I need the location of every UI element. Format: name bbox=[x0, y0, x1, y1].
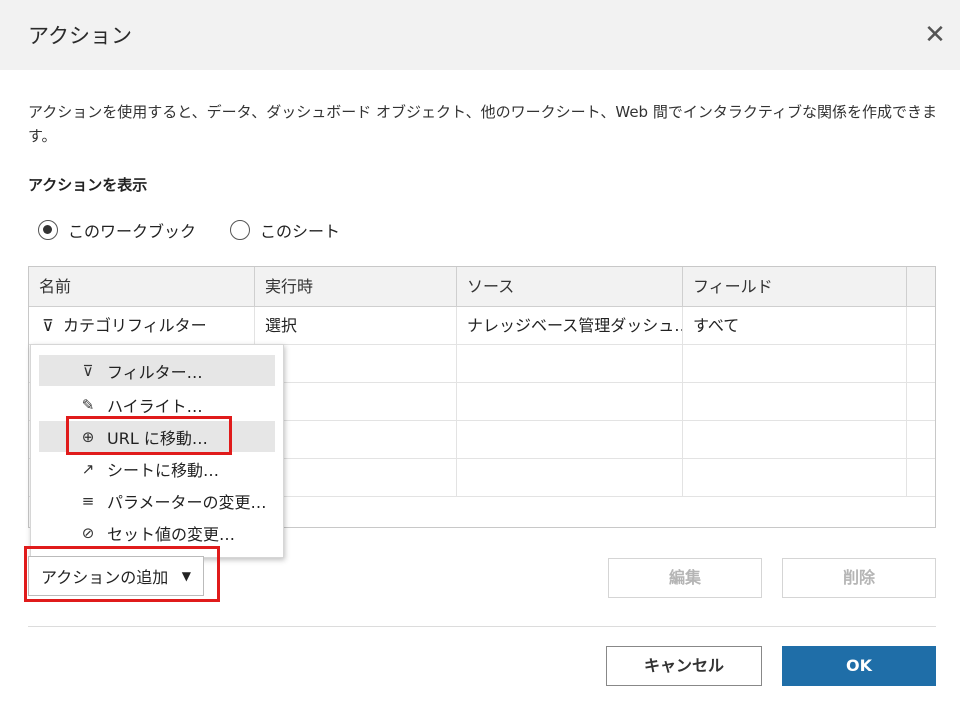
empty-cell bbox=[683, 459, 907, 497]
dialog-description: アクションを使用すると、データ、ダッシュボード オブジェクト、他のワークシート、… bbox=[28, 103, 937, 145]
menu-item-label: URL に移動… bbox=[107, 428, 208, 448]
empty-cell bbox=[457, 345, 683, 383]
row-name-cell: ⊽ カテゴリフィルター bbox=[29, 307, 255, 345]
menu-item-change-parameter[interactable]: ≡ パラメーターの変更… bbox=[39, 485, 275, 516]
ok-button[interactable]: OK bbox=[782, 646, 936, 686]
dialog-titlebar: アクション ✕ bbox=[0, 0, 960, 70]
add-action-label: アクションの追加 bbox=[41, 568, 169, 587]
column-header-trigger[interactable]: 実行時 bbox=[255, 267, 457, 307]
column-header-name[interactable]: 名前 bbox=[29, 267, 255, 307]
menu-item-go-to-sheet[interactable]: ↗ シートに移動… bbox=[39, 453, 275, 484]
empty-cell bbox=[457, 459, 683, 497]
menu-item-filter[interactable]: ⊽ フィルター… bbox=[39, 355, 275, 386]
filter-icon: ⊽ bbox=[82, 361, 94, 380]
empty-cell bbox=[255, 459, 457, 497]
divider bbox=[28, 626, 936, 627]
menu-item-go-to-url[interactable]: ⊕ URL に移動… bbox=[39, 421, 275, 452]
column-header-fields[interactable]: フィールド bbox=[683, 267, 907, 307]
empty-cell bbox=[683, 345, 907, 383]
radio-unchecked-icon[interactable] bbox=[230, 220, 250, 240]
row-fields: すべて bbox=[683, 307, 907, 345]
menu-item-label: ハイライト… bbox=[107, 396, 203, 416]
globe-icon: ⊕ bbox=[81, 427, 95, 446]
empty-cell bbox=[683, 421, 907, 459]
column-header-source[interactable]: ソース bbox=[457, 267, 683, 307]
filter-icon: ⊽ bbox=[42, 316, 54, 335]
row-name: カテゴリフィルター bbox=[63, 316, 207, 335]
table-header: 名前 実行時 ソース フィールド bbox=[29, 267, 935, 307]
table-row[interactable]: ⊽ カテゴリフィルター 選択 ナレッジベース管理ダッシュ… すべて bbox=[29, 307, 935, 345]
dialog-title: アクション bbox=[28, 24, 132, 48]
radio-checked-icon[interactable] bbox=[38, 220, 58, 240]
row-source: ナレッジベース管理ダッシュ… bbox=[457, 307, 683, 345]
cancel-button[interactable]: キャンセル bbox=[606, 646, 762, 686]
menu-item-label: セット値の変更… bbox=[107, 524, 236, 544]
add-action-button[interactable]: アクションの追加 ▼ bbox=[28, 556, 204, 596]
chevron-down-icon: ▼ bbox=[181, 569, 191, 583]
empty-cell bbox=[457, 383, 683, 421]
close-icon[interactable]: ✕ bbox=[918, 18, 952, 52]
radio-this-workbook[interactable]: このワークブック bbox=[38, 218, 196, 242]
radio-label: このシート bbox=[260, 222, 341, 241]
menu-item-label: パラメーターの変更… bbox=[107, 492, 267, 512]
parameter-icon: ≡ bbox=[81, 491, 95, 510]
go-to-sheet-icon: ↗ bbox=[81, 459, 95, 478]
empty-cell bbox=[255, 421, 457, 459]
menu-item-label: シートに移動… bbox=[107, 460, 220, 480]
menu-item-label: フィルター… bbox=[107, 362, 203, 382]
empty-cell bbox=[255, 345, 457, 383]
section-label: アクションを表示 bbox=[28, 176, 148, 194]
delete-button[interactable]: 削除 bbox=[782, 558, 936, 598]
add-action-menu: ⊽ フィルター… ✎ ハイライト… ⊕ URL に移動… ↗ シートに移動… ≡… bbox=[30, 344, 284, 558]
menu-item-change-set-values[interactable]: ⊘ セット値の変更… bbox=[39, 517, 275, 548]
row-trigger: 選択 bbox=[255, 307, 457, 345]
empty-cell bbox=[255, 383, 457, 421]
edit-button[interactable]: 編集 bbox=[608, 558, 762, 598]
menu-item-highlight[interactable]: ✎ ハイライト… bbox=[39, 389, 275, 420]
set-icon: ⊘ bbox=[81, 523, 95, 542]
empty-cell bbox=[683, 383, 907, 421]
highlight-icon: ✎ bbox=[81, 395, 95, 414]
empty-cell bbox=[457, 421, 683, 459]
radio-label: このワークブック bbox=[68, 222, 197, 241]
radio-this-sheet[interactable]: このシート bbox=[230, 218, 340, 242]
